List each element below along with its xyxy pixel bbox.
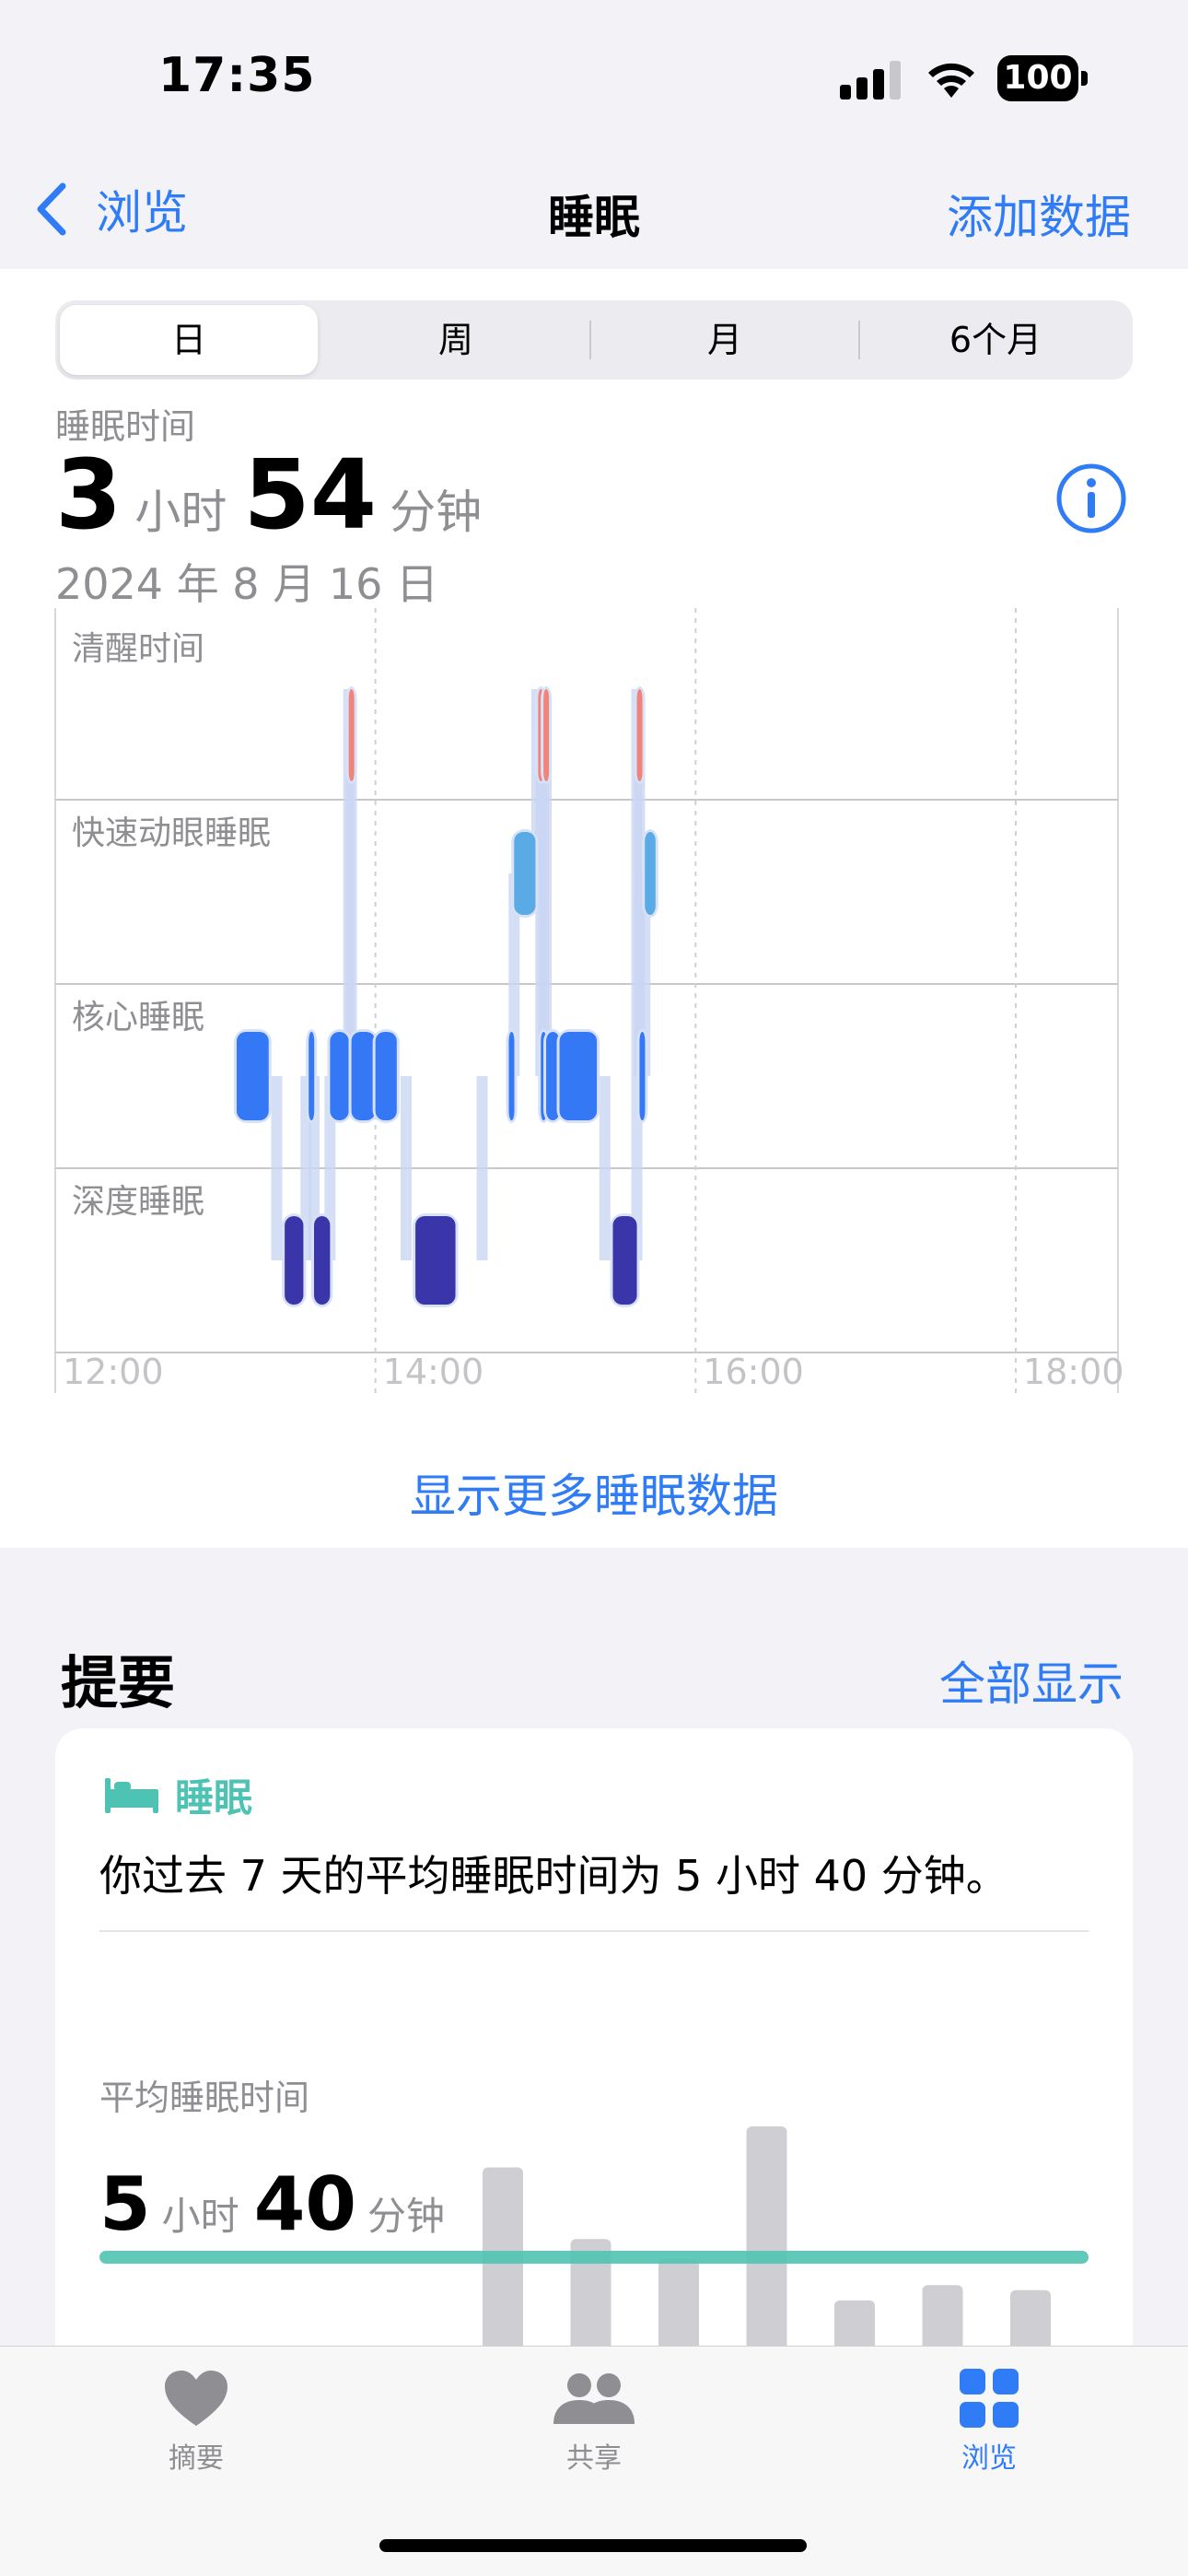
- segment-day[interactable]: 日: [60, 305, 318, 375]
- show-all-button[interactable]: 全部显示: [939, 1647, 1124, 1714]
- people-icon: [553, 2373, 635, 2424]
- sleep-segment: [314, 1216, 331, 1305]
- sleep-segment: [612, 1216, 637, 1305]
- stage-label: 清醒时间: [72, 630, 204, 668]
- sleep-segment: [348, 689, 355, 781]
- sleep-segment: [375, 1032, 397, 1120]
- sleep-hours-unit: 小时: [134, 486, 227, 539]
- tab-sharing-label: 共享: [566, 2442, 622, 2475]
- avg-hours: 5: [99, 2161, 151, 2247]
- tab-browse-label: 浏览: [961, 2442, 1017, 2475]
- average-sleep-value: 5 小时 40 分钟: [99, 2161, 445, 2247]
- stage-transition: [476, 1076, 488, 1260]
- wifi-icon: [928, 63, 974, 98]
- sleep-segment: [236, 1032, 269, 1120]
- x-tick-label: 12:00: [63, 1352, 164, 1392]
- tab-sharing[interactable]: 共享: [502, 2369, 686, 2476]
- segment-month[interactable]: 月: [593, 300, 856, 380]
- sleep-segment: [351, 1032, 376, 1120]
- sleep-stages-chart: 12:00 14:00 16:00 18:00 清醒时间快速动眼睡眠核心睡眠深度睡眠: [54, 608, 1124, 1393]
- cellular-signal-icon: [840, 61, 901, 100]
- sleep-segment: [285, 1216, 304, 1305]
- home-indicator: [379, 2539, 807, 2552]
- add-data-button[interactable]: 添加数据: [947, 181, 1131, 247]
- battery-icon: 100: [997, 55, 1088, 101]
- bed-icon: [105, 1777, 158, 1813]
- divider: [99, 1930, 1089, 1932]
- stage-transition: [271, 1076, 283, 1260]
- stage-transition: [345, 735, 357, 1076]
- sleep-minutes-unit: 分钟: [390, 486, 483, 539]
- stage-label: 深度睡眠: [72, 1183, 204, 1221]
- stage-transition: [541, 735, 553, 1076]
- average-sleep-label: 平均睡眠时间: [99, 2078, 310, 2118]
- sleep-minutes: 54: [243, 439, 378, 551]
- sleep-segment: [636, 689, 643, 781]
- sleep-duration: 3 小时 54 分钟: [55, 439, 482, 551]
- highlights-title: 提要: [61, 1649, 176, 1716]
- avg-hours-unit: 小时: [161, 2194, 239, 2239]
- period-segmented-control: 日 周 月 6个月: [55, 300, 1133, 380]
- stage-label: 核心睡眠: [72, 999, 204, 1036]
- sleep-segment: [508, 1032, 515, 1120]
- x-tick-label: 18:00: [1023, 1352, 1124, 1392]
- stage-label: 快速动眼睡眠: [72, 814, 271, 852]
- sleep-segment: [639, 1032, 646, 1120]
- highlight-text: 你过去 7 天的平均睡眠时间为 5 小时 40 分钟。: [99, 1851, 1008, 1901]
- tab-summary[interactable]: 摘要: [104, 2369, 288, 2476]
- show-more-sleep-data-button[interactable]: 显示更多睡眠数据: [0, 1459, 1188, 1526]
- sleep-segment: [415, 1216, 456, 1305]
- sleep-hours: 3: [55, 439, 122, 551]
- avg-minutes: 40: [253, 2161, 357, 2247]
- sleep-segment: [559, 1032, 598, 1120]
- stage-transition: [599, 1076, 611, 1260]
- average-line: [99, 2251, 1089, 2264]
- sleep-segment: [514, 832, 536, 915]
- sleep-segment: [309, 1032, 315, 1120]
- segment-week[interactable]: 周: [324, 300, 588, 380]
- x-tick-label: 16:00: [703, 1352, 804, 1392]
- segment-6-months[interactable]: 6个月: [862, 300, 1129, 380]
- info-icon[interactable]: [1055, 463, 1127, 534]
- status-time: 17:35: [158, 48, 316, 103]
- grid-icon: [960, 2369, 1019, 2428]
- sleep-category-label: 睡眠: [175, 1775, 253, 1821]
- sleep-segment: [645, 832, 656, 915]
- sleep-segment: [543, 689, 550, 781]
- avg-minutes-unit: 分钟: [367, 2194, 446, 2239]
- sleep-date: 2024 年 8 月 16 日: [55, 559, 438, 609]
- sleep-segment: [330, 1032, 349, 1120]
- tab-summary-label: 摘要: [169, 2442, 224, 2475]
- sleep-category: 睡眠: [103, 1767, 252, 1823]
- battery-level: 100: [997, 55, 1078, 101]
- tab-browse[interactable]: 浏览: [897, 2369, 1081, 2476]
- heart-icon: [165, 2371, 227, 2426]
- x-tick-label: 14:00: [383, 1352, 484, 1392]
- stage-transition: [400, 1076, 412, 1260]
